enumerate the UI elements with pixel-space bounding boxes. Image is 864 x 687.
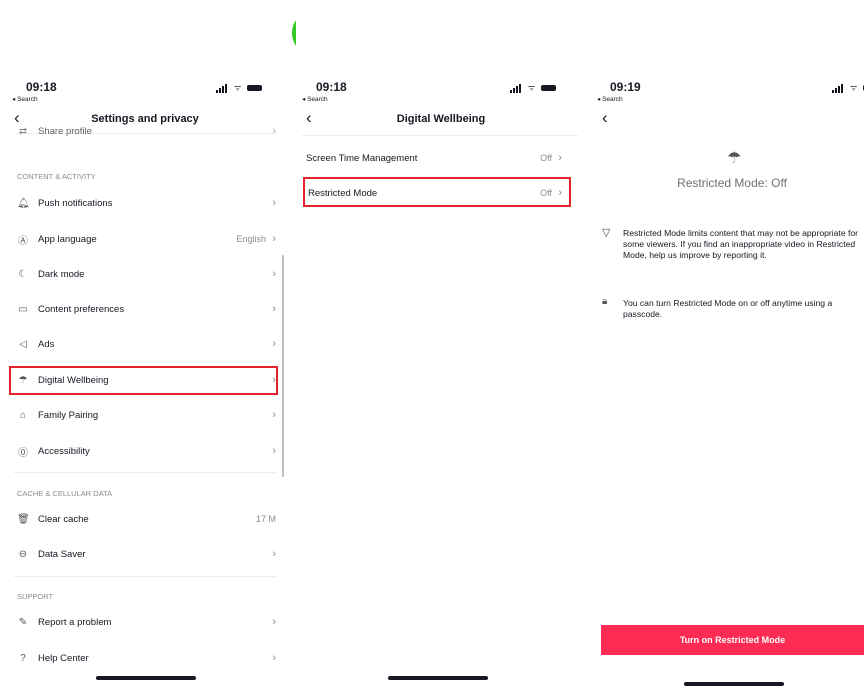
settings-item-push-notifications[interactable]: 🔔︎ Push notifications ›	[0, 188, 290, 218]
chevron-right-icon: ›	[272, 303, 276, 315]
settings-item-label: Data Saver	[38, 548, 86, 560]
settings-item-label: Share profile	[38, 125, 92, 137]
settings-item-value: 17 M	[255, 514, 276, 524]
video-icon: ▭	[18, 303, 28, 315]
wifi-icon: ᯤ	[528, 83, 536, 92]
chevron-right-icon: ›	[272, 652, 276, 664]
filter-icon: ▽	[602, 227, 611, 239]
info-text-passcode: You can turn Restricted Mode on or off a…	[623, 298, 833, 319]
home-indicator	[684, 682, 784, 686]
highlight-digital-wellbeing	[9, 366, 278, 395]
restricted-mode-screen: 09:19 ◂ Search ᯤ ‹ ☂ Restricted Mode: Of…	[594, 0, 864, 687]
status-time: 09:19	[610, 80, 641, 94]
settings-item-label: Help Center	[38, 652, 89, 664]
settings-item-label: Content preferences	[38, 303, 125, 315]
settings-item-family-pairing[interactable]: ⌂ Family Pairing ›	[0, 400, 290, 430]
chevron-right-icon: ›	[272, 197, 276, 209]
battery-icon	[247, 85, 262, 91]
chevron-right-icon: ›	[272, 409, 276, 421]
house-icon: ⌂	[19, 409, 27, 421]
wifi-icon: ᯤ	[850, 83, 858, 92]
chevron-right-icon: ›	[272, 548, 276, 560]
pencil-icon: ✎	[18, 616, 28, 628]
battery-icon	[541, 85, 556, 91]
settings-item-label: Dark mode	[38, 268, 85, 280]
settings-item-clear-cache[interactable]: 🗑︎ Clear cache 17 M	[0, 504, 290, 534]
settings-item-screen-time-management[interactable]: Screen Time Management Off ›	[296, 143, 586, 173]
settings-item-label: Clear cache	[38, 513, 89, 525]
section-header-cache: CACHE & CELLULAR DATA	[17, 489, 113, 498]
info-text-content: Restricted Mode limits content that may …	[623, 228, 859, 260]
settings-item-dark-mode[interactable]: ☾ Dark mode ›	[0, 259, 290, 289]
divider	[302, 135, 578, 136]
chevron-right-icon: ›	[272, 233, 276, 245]
back-to-search-link[interactable]: ◂ Search	[597, 95, 623, 103]
settings-item-help-center[interactable]: ? Help Center ›	[0, 643, 290, 673]
wifi-icon: ᯤ	[234, 83, 242, 92]
nav-bar: ‹ Digital Wellbeing	[296, 108, 586, 130]
page-title: Digital Wellbeing	[396, 113, 486, 125]
help-icon: ?	[20, 652, 26, 664]
section-header-support: SUPPORT	[17, 592, 54, 601]
status-time: 09:18	[26, 80, 57, 94]
trash-icon: 🗑︎	[17, 513, 30, 525]
settings-item-value: Off	[540, 153, 552, 163]
settings-item-report-problem[interactable]: ✎ Report a problem ›	[0, 607, 290, 637]
chevron-right-icon: ›	[272, 616, 276, 628]
restricted-mode-status: Restricted Mode: Off	[677, 176, 787, 190]
share-icon: ⇄	[18, 125, 28, 137]
moon-icon: ☾	[18, 268, 28, 280]
back-to-search-link[interactable]: ◂ Search	[12, 95, 38, 103]
settings-item-accessibility[interactable]: ⓪ Accessibility ›	[0, 436, 290, 466]
settings-item-ads[interactable]: ◁ Ads ›	[0, 329, 290, 359]
turn-on-restricted-mode-button[interactable]: Turn on Restricted Mode	[601, 625, 864, 655]
umbrella-icon: ☂	[727, 150, 742, 167]
status-bar: 09:18 ◂ Search ᯤ	[0, 80, 280, 108]
chevron-right-icon: ›	[272, 268, 276, 280]
chevron-right-icon: ›	[272, 125, 276, 137]
divider	[14, 472, 276, 473]
nav-bar: ‹	[594, 108, 864, 130]
system-icons: ᯤ	[832, 83, 864, 93]
settings-item-label: Accessibility	[38, 445, 90, 457]
settings-item-label: Ads	[38, 338, 55, 350]
settings-item-content-preferences[interactable]: ▭ Content preferences ›	[0, 294, 290, 324]
divider	[14, 576, 276, 577]
highlight-restricted-mode	[303, 177, 571, 207]
settings-item-label: Family Pairing	[38, 409, 99, 421]
settings-item-label: Screen Time Management	[306, 152, 418, 164]
chevron-right-icon: ›	[558, 152, 562, 164]
settings-item-value: English	[236, 234, 266, 244]
back-to-search-link[interactable]: ◂ Search	[302, 95, 328, 103]
megaphone-icon: ◁	[19, 338, 27, 350]
status-time: 09:18	[316, 80, 347, 94]
bell-icon: 🔔︎	[17, 197, 30, 209]
settings-privacy-screen: 09:18 ◂ Search ᯤ ‹ Settings and privacy …	[0, 0, 290, 687]
section-header-content: CONTENT & ACTIVITY	[17, 172, 96, 181]
back-chevron-icon[interactable]: ‹	[602, 108, 608, 128]
digital-wellbeing-screen: 09:18 ◂ Search ᯤ ‹ Digital Wellbeing Scr…	[296, 0, 586, 687]
status-bar: 09:18 ◂ Search ᯤ	[296, 80, 576, 108]
lock-icon: 🔒︎	[602, 296, 608, 307]
settings-item-data-saver[interactable]: ⊖ Data Saver ›	[0, 539, 290, 569]
home-indicator	[96, 676, 196, 680]
chevron-right-icon: ›	[272, 445, 276, 457]
system-icons: ᯤ	[510, 83, 556, 93]
data-saver-icon: ⊖	[18, 548, 28, 560]
settings-item-app-language[interactable]: Ⓐ App language English ›	[0, 224, 290, 254]
chevron-right-icon: ›	[272, 338, 276, 350]
scrollbar[interactable]	[282, 255, 284, 477]
settings-item-label: App language	[38, 233, 97, 245]
settings-item-label: Push notifications	[38, 197, 113, 209]
accessibility-icon: ⓪	[18, 447, 28, 459]
status-bar: 09:19 ◂ Search ᯤ	[594, 80, 864, 108]
home-indicator	[388, 676, 488, 680]
system-icons: ᯤ	[216, 83, 262, 93]
settings-item-share-profile[interactable]: ⇄ Share profile ›	[0, 121, 290, 141]
language-icon: Ⓐ	[18, 235, 28, 247]
settings-item-label: Report a problem	[38, 616, 112, 628]
